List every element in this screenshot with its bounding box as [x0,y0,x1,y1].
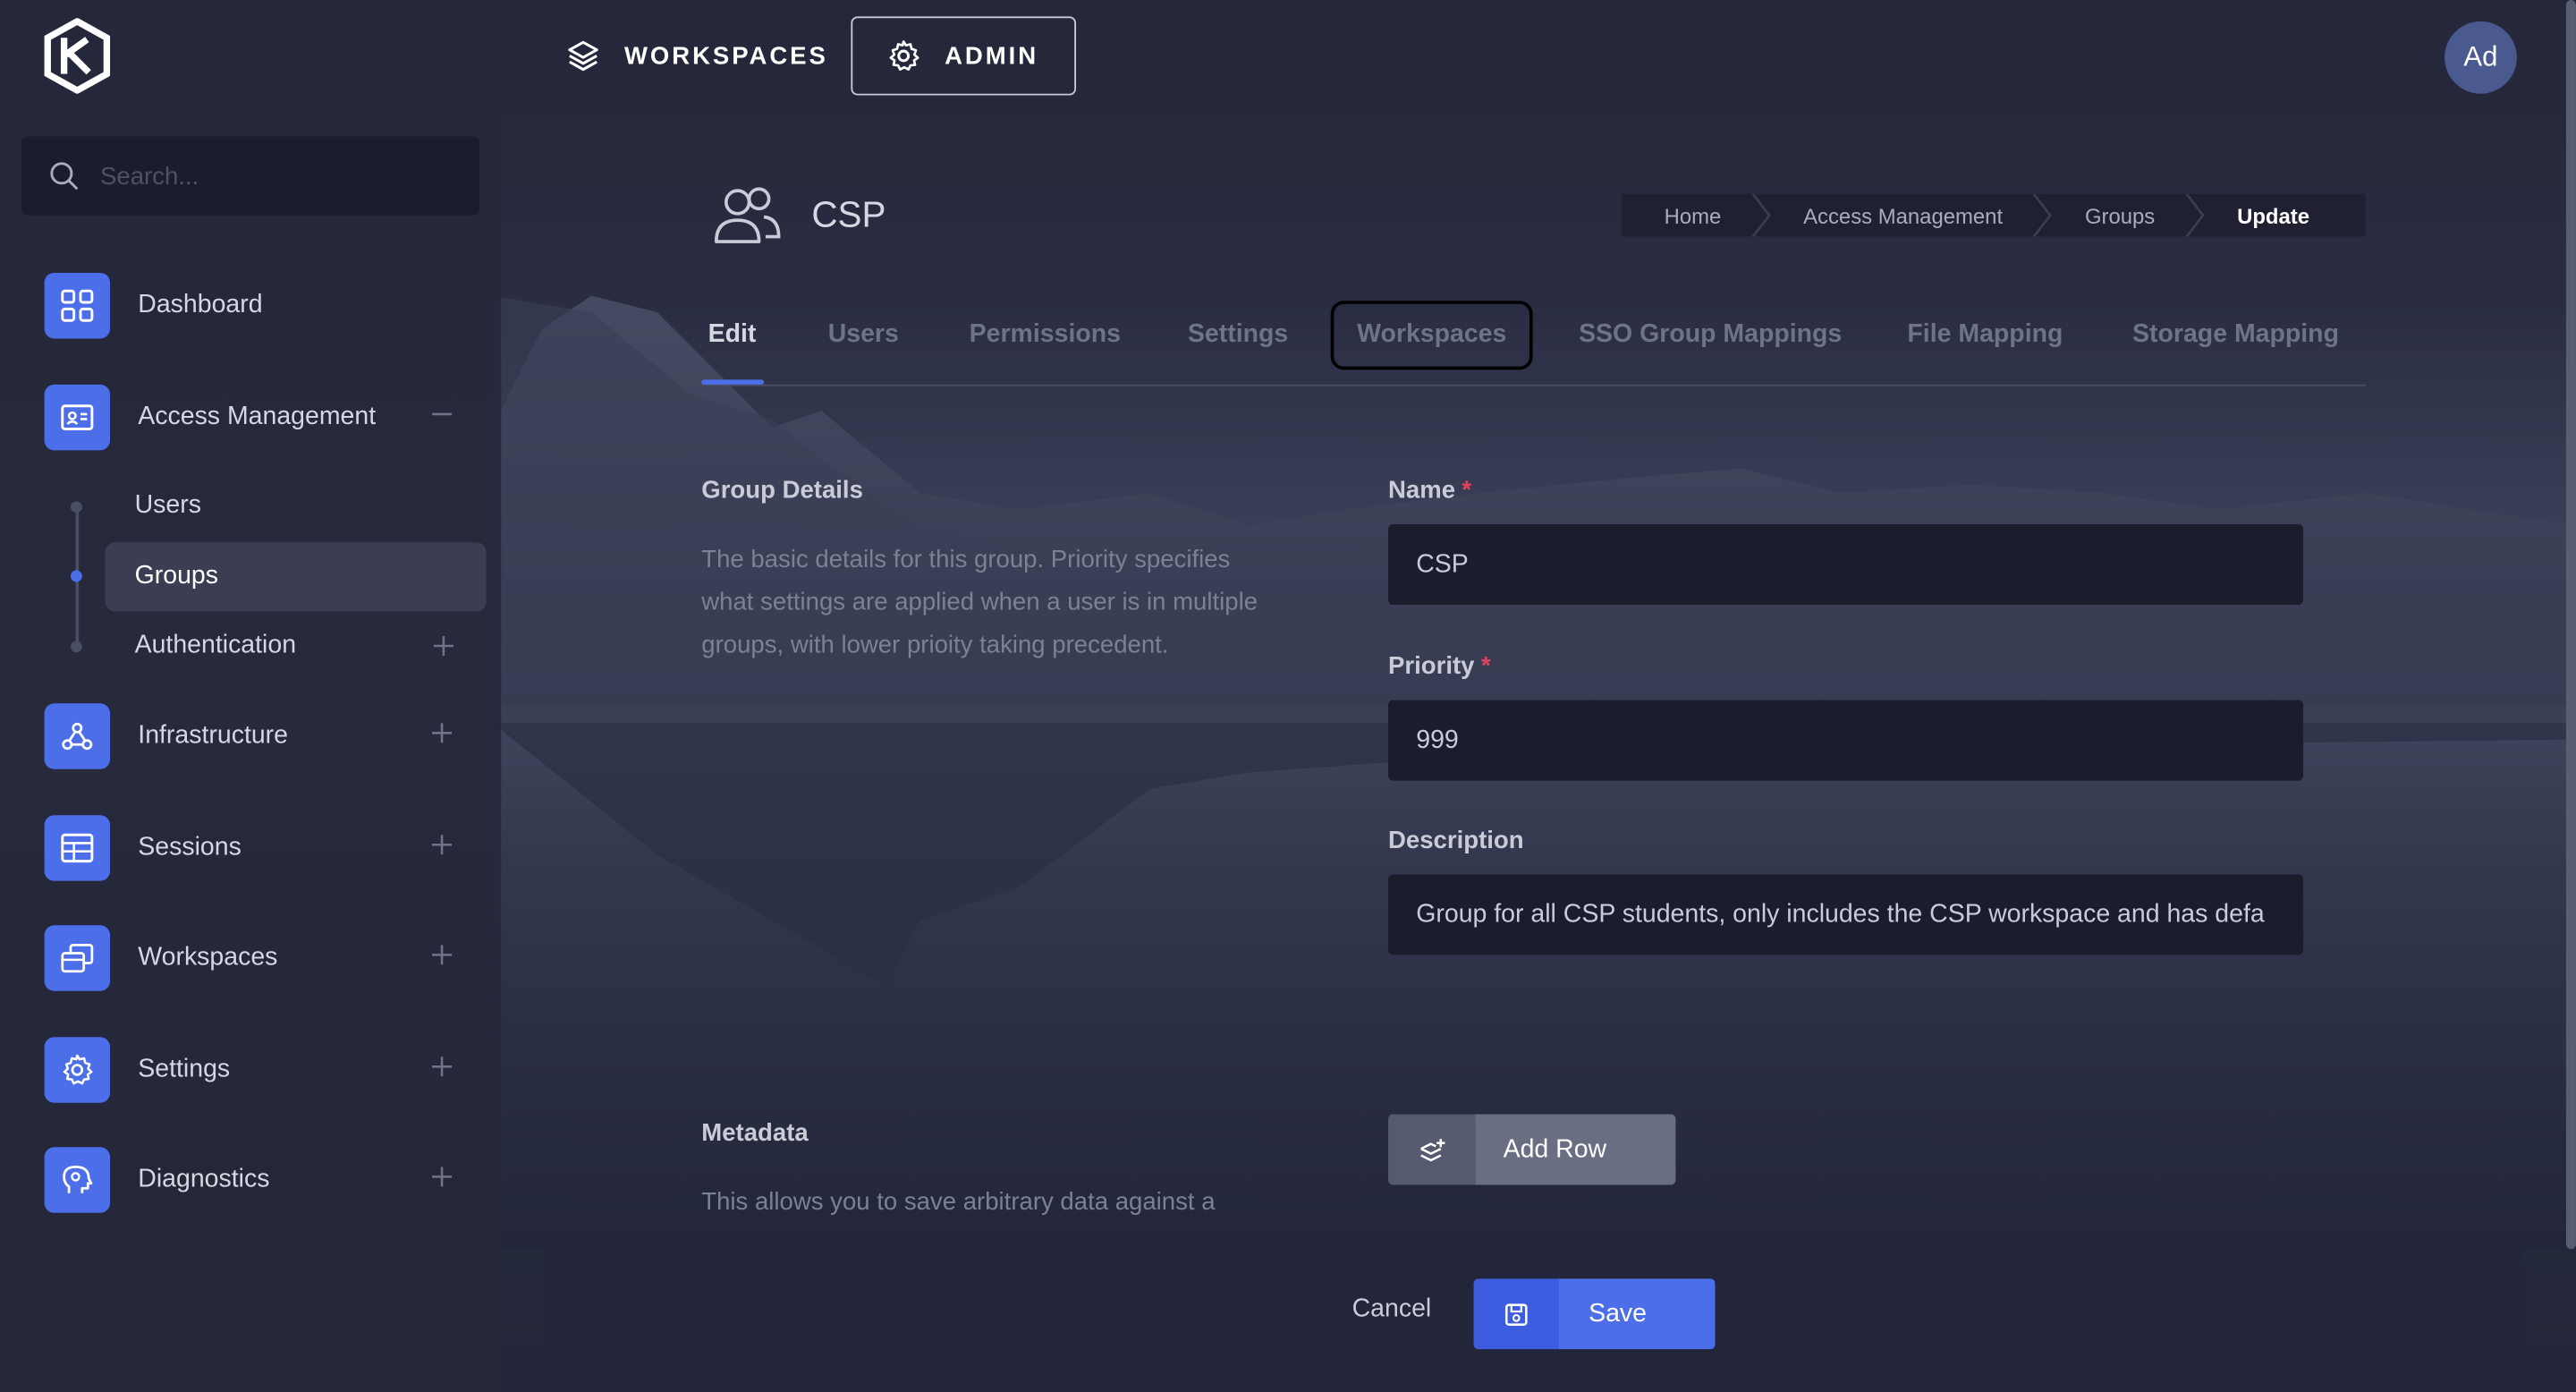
submenu-dot-active [70,570,82,582]
nav-admin-label: ADMIN [945,41,1039,71]
tab-file-mapping[interactable]: File Mapping [1907,302,2063,368]
sidebar-subitem-users[interactable]: Users [106,471,487,540]
sidebar-item-sessions[interactable]: Sessions [44,815,472,881]
layers-icon [568,40,598,72]
tab-sso-group-mappings[interactable]: SSO Group Mappings [1579,302,1842,368]
sidebar-item-label: Dashboard [138,291,263,319]
plus-icon[interactable] [430,632,456,658]
sidebar-subitem-authentication[interactable]: Authentication [106,611,487,680]
nav-workspaces-button[interactable]: WORKSPACES [532,16,860,95]
breadcrumb-access-management[interactable]: Access Management [1760,193,2053,237]
description-label: Description [1388,827,1524,855]
floppy-disk-icon [1473,1278,1560,1350]
users-group-icon [714,187,781,243]
breadcrumb-label: Groups [2084,202,2156,228]
grid-icon [44,272,111,339]
nav-admin-button[interactable]: ADMIN [851,16,1077,96]
add-layer-icon [1388,1114,1476,1185]
breadcrumb: Home Access Management Groups Update [1621,193,2366,237]
page-scrollbar[interactable] [2565,0,2576,1250]
tab-settings[interactable]: Settings [1188,302,1288,368]
gear-icon [889,40,919,71]
sidebar-item-workspaces[interactable]: Workspaces [44,925,472,991]
sidebar-item-label: Infrastructure [138,721,288,750]
plus-icon[interactable] [428,942,454,968]
nav-workspaces-label: WORKSPACES [623,41,828,71]
submenu-dot [70,641,82,653]
priority-field[interactable]: 999 [1388,700,2304,781]
sidebar-item-label: Access Management [138,403,377,431]
cancel-button[interactable]: Cancel [1352,1295,1432,1325]
sidebar-item-dashboard[interactable]: Dashboard [44,272,472,339]
search-box[interactable] [21,136,480,216]
plus-icon[interactable] [428,832,454,858]
page-title: CSP [811,193,886,235]
sidebar-item-settings[interactable]: Settings [44,1037,472,1103]
plus-icon[interactable] [428,720,454,746]
breadcrumb-label: Home [1664,202,1722,228]
sidebar-subitem-groups[interactable]: Groups [105,542,487,612]
breadcrumb-groups[interactable]: Groups [2042,193,2205,237]
page-header: CSP [713,184,886,247]
sidebar-item-label: Workspaces [138,943,278,972]
priority-label: Priority * [1388,652,1491,680]
breadcrumb-label: Access Management [1803,202,2004,228]
save-button[interactable]: Save [1473,1278,1716,1350]
required-marker: * [1480,652,1491,681]
sidebar-item-diagnostics[interactable]: Diagnostics [44,1147,472,1213]
search-icon [50,162,79,191]
priority-label-text: Priority [1388,652,1475,681]
sidebar-subitem-label: Authentication [134,631,297,659]
plus-icon[interactable] [428,1054,454,1080]
id-card-icon [44,384,111,451]
metadata-title: Metadata [701,1119,809,1148]
group-details-title: Group Details [701,476,863,505]
breadcrumb-label: Update [2237,202,2310,228]
sidebar-item-label: Settings [138,1055,231,1083]
tab-edit[interactable]: Edit [708,302,757,368]
name-label: Name * [1388,477,1471,505]
sidebar-item-infrastructure[interactable]: Infrastructure [44,703,472,769]
breadcrumb-home[interactable]: Home [1622,193,1771,237]
tab-workspaces[interactable]: Workspaces [1330,301,1533,370]
name-label-text: Name [1388,476,1456,505]
sidebar-item-label: Sessions [138,833,242,862]
network-icon [44,703,111,769]
add-row-label: Add Row [1475,1114,1676,1185]
kasm-logo-icon[interactable] [43,18,112,94]
metadata-description: This allows you to save arbitrary data a… [701,1188,1216,1217]
submenu-dot [70,501,82,514]
add-row-button[interactable]: Add Row [1388,1114,1676,1185]
group-details-description: The basic details for this group. Priori… [701,545,1258,659]
active-tab-indicator [701,379,765,385]
description-field[interactable]: Group for all CSP students, only include… [1388,874,2304,955]
gear-icon [44,1037,111,1103]
table-icon [44,815,111,881]
required-marker: * [1462,476,1472,505]
breadcrumb-update: Update [2194,194,2349,237]
tab-bar: Edit Users Permissions Settings Workspac… [701,301,2366,386]
tab-users[interactable]: Users [828,302,899,368]
user-avatar[interactable]: Ad [2445,21,2517,94]
save-label: Save [1559,1278,1716,1350]
top-navbar: WORKSPACES ADMIN Ad [0,0,2576,114]
sidebar-item-label: Diagnostics [138,1165,270,1193]
search-input[interactable] [100,161,462,191]
brain-icon [44,1147,111,1213]
tab-storage-mapping[interactable]: Storage Mapping [2132,302,2339,368]
minus-icon[interactable] [428,401,454,427]
name-field[interactable]: CSP [1388,524,2304,606]
windows-icon [44,925,111,991]
sidebar-item-access-management[interactable]: Access Management [44,384,472,451]
tab-permissions[interactable]: Permissions [970,302,1121,368]
plus-icon[interactable] [428,1164,454,1190]
